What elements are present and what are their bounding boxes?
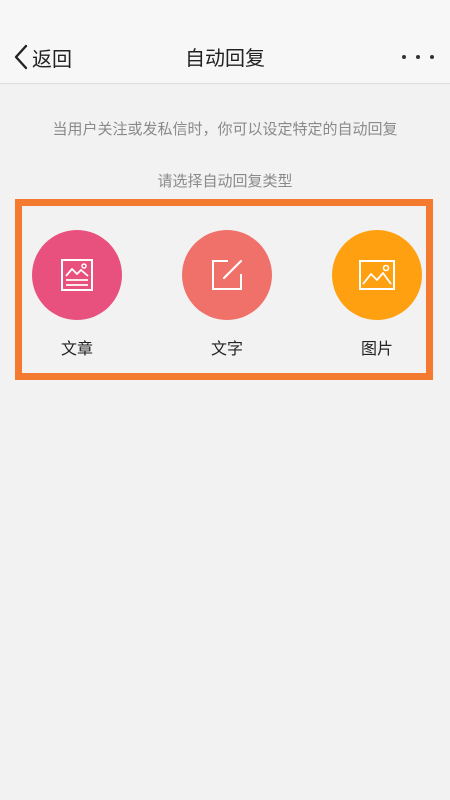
image-icon [359, 260, 395, 290]
article-icon [61, 259, 93, 291]
option-article-label: 文章 [60, 339, 93, 358]
more-dot [430, 55, 434, 59]
back-button[interactable]: 返回 [12, 40, 72, 74]
chevron-left-icon [14, 44, 28, 70]
more-dot [416, 55, 420, 59]
image-circle [332, 230, 422, 320]
navigation-bar: 返回 自动回复 [0, 0, 450, 84]
more-options-button[interactable] [402, 47, 434, 67]
select-type-prompt: 请选择自动回复类型 [157, 172, 293, 190]
option-article[interactable]: 文章 [32, 230, 122, 359]
option-image[interactable]: 图片 [332, 230, 422, 359]
auto-reply-description: 当用户关注或发私信时，你可以设定特定的自动回复 [52, 120, 398, 138]
more-horizontal-icon [402, 55, 406, 59]
edit-icon [212, 259, 243, 290]
option-text-label: 文字 [210, 339, 243, 358]
article-circle [32, 230, 122, 320]
back-label: 返回 [32, 46, 72, 71]
text-circle [182, 230, 272, 320]
option-image-label: 图片 [360, 339, 393, 358]
option-text[interactable]: 文字 [182, 230, 272, 359]
